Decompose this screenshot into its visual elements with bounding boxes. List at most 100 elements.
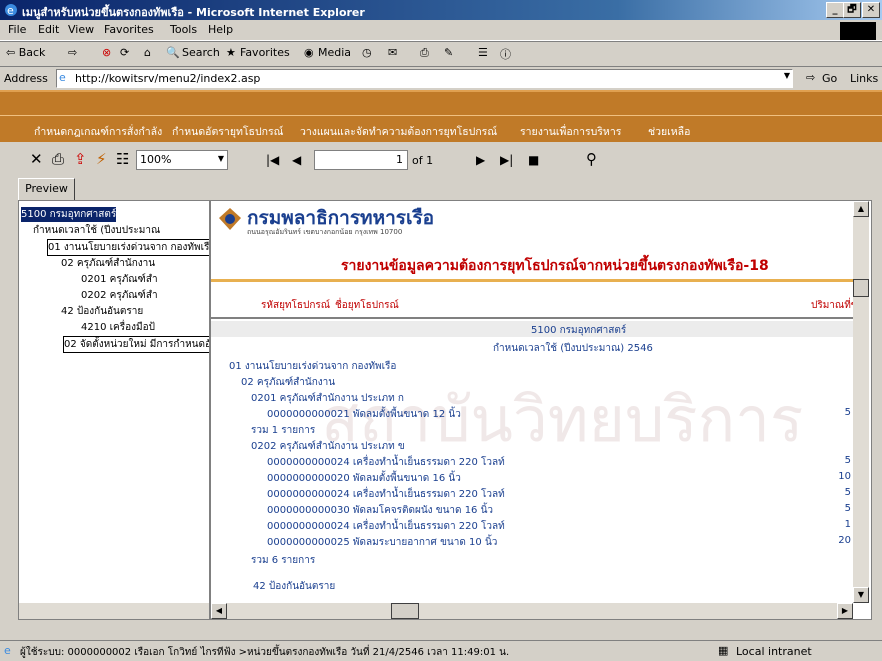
browser-toolbar: ⇦ Back ⇨ ⊗ ⟳ ⌂ 🔍 Search ★ Favorites ◉ Me…	[0, 41, 882, 67]
zoom-select[interactable]: 100% ▼	[136, 150, 228, 170]
title-bar: e เมนูสำหรับหน่วยขึ้นตรงกองทัพเรือ - Mic…	[0, 0, 882, 20]
intranet-icon: ▦	[718, 644, 729, 657]
media-icon[interactable]: ◉	[304, 46, 314, 59]
scroll-down-icon[interactable]: ▼	[853, 587, 869, 603]
print-report-icon[interactable]: ⎙	[52, 150, 64, 168]
tree-item-0201[interactable]: 0201 ครุภัณฑ์สำ	[81, 272, 158, 287]
stop-load-icon[interactable]: ■	[528, 153, 539, 167]
group-header: 01 งานนโยบายเร่งด่วนจาก กองทัพเรือ	[229, 361, 397, 372]
address-input[interactable]: e http://kowitsrv/menu2/index2.asp ▼	[56, 69, 793, 88]
forward-button[interactable]: ⇨	[68, 46, 77, 59]
list-item: 0000000000024 เครื่องทำน้ำเย็นธรรมดา 220…	[267, 489, 505, 500]
messenger-icon[interactable]: ⓘ	[500, 46, 511, 62]
export-icon[interactable]: ⇪	[74, 150, 87, 168]
close-button[interactable]: ✕	[862, 2, 880, 18]
address-bar: Address e http://kowitsrv/menu2/index2.a…	[0, 66, 882, 90]
prev-page-icon[interactable]: ◀	[292, 153, 301, 167]
search-button[interactable]: Search	[182, 46, 220, 59]
page-icon: e	[59, 71, 66, 84]
history-icon[interactable]: ◷	[362, 46, 372, 59]
tree-item-period[interactable]: กำหนดเวลาใช้ (ปีงบประมาณ	[33, 223, 160, 238]
next-page-icon[interactable]: ▶	[476, 153, 485, 167]
page-done-icon: e	[4, 644, 11, 657]
category-total: รวม 6 รายการ	[251, 555, 316, 566]
print-icon[interactable]: ⎙	[420, 46, 429, 60]
back-button[interactable]: ⇦ Back	[6, 46, 45, 59]
tab-preview[interactable]: Preview	[18, 178, 75, 201]
menu-bar: File Edit View Favorites Tools Help	[0, 20, 882, 41]
ie-icon: e	[5, 4, 17, 17]
period-header: กำหนดเวลาใช้ (ปีงบประมาณ) 2546	[493, 343, 653, 354]
nav-rates[interactable]: กำหนดอัตรายุทโธปกรณ์	[172, 123, 283, 140]
item-qty: 5	[844, 487, 851, 498]
refresh-icon[interactable]: ⟳	[120, 46, 129, 59]
list-item: 0000000000021 พัดลมตั้งพื้นขนาด 12 นิ้ว	[267, 409, 461, 420]
status-text: ผู้ใช้ระบบ: 0000000002 เรือเอก โกวิทย์ ไ…	[20, 647, 510, 658]
menu-view[interactable]: View	[68, 23, 94, 36]
windows-logo-icon	[840, 22, 876, 40]
nav-rules[interactable]: กำหนดกฎเกณฑ์การสั่งกำลัง	[34, 123, 162, 140]
vertical-scrollbar[interactable]: ▲ ▼	[853, 201, 869, 603]
go-button[interactable]: Go	[822, 72, 837, 85]
item-qty: 1	[844, 519, 851, 530]
dropdown-arrow-icon[interactable]: ▼	[784, 71, 790, 80]
scroll-left-icon[interactable]: ◀	[211, 603, 227, 619]
discuss-icon[interactable]: ☰	[478, 46, 488, 59]
page-number: 1	[396, 153, 403, 166]
page-input[interactable]: 1	[314, 150, 408, 170]
links-button[interactable]: Links	[850, 72, 878, 85]
scroll-thumb[interactable]	[853, 279, 869, 297]
list-item: 0000000000030 พัดลมโคจรติดผนัง ขนาด 16 น…	[267, 505, 494, 516]
edit-icon[interactable]: ✎	[444, 46, 453, 59]
tree-scrollbar[interactable]	[19, 603, 209, 619]
nav-planning[interactable]: วางแผนและจัดทำความต้องการยุทโธปกรณ์	[300, 123, 497, 140]
horizontal-scrollbar[interactable]: ◀ ▶	[211, 603, 853, 619]
menu-help[interactable]: Help	[208, 23, 233, 36]
nav-help[interactable]: ช่วยเหลือ	[648, 123, 690, 140]
media-button[interactable]: Media	[318, 46, 351, 59]
menu-favorites[interactable]: Favorites	[104, 23, 154, 36]
tree-item-02-new-unit[interactable]: 02 จัดตั้งหน่วยใหม่ มีการกำหนดอัตราใหม่	[63, 336, 209, 353]
group-tree: 5100 กรมอุทกศาสตร์ กำหนดเวลาใช้ (ปีงบประ…	[18, 200, 210, 620]
report-toolbar: ✕ ⎙ ⇪ ⚡ ☷ 100% ▼ |◀ ◀ 1 of 1 ▶ ▶| ■ ⚲	[0, 142, 882, 177]
tree-item-01[interactable]: 01 งานนโยบายเร่งด่วนจาก กองทัพเรือ	[47, 239, 209, 256]
close-report-icon[interactable]: ✕	[30, 150, 43, 168]
mail-icon[interactable]: ✉	[388, 46, 397, 59]
favorites-button[interactable]: Favorites	[240, 46, 290, 59]
favorites-icon[interactable]: ★	[226, 46, 236, 59]
menu-file[interactable]: File	[8, 23, 26, 36]
hscroll-thumb[interactable]	[391, 603, 419, 619]
scroll-right-icon[interactable]: ▶	[837, 603, 853, 619]
minimize-button[interactable]: _	[826, 2, 844, 18]
first-page-icon[interactable]: |◀	[266, 153, 279, 167]
stop-icon[interactable]: ⊗	[102, 46, 111, 59]
restore-button[interactable]: 🗗	[843, 2, 861, 18]
nav-reports[interactable]: รายงานเพื่อการบริหาร	[520, 123, 621, 140]
header-rule	[211, 317, 861, 319]
search-icon[interactable]: 🔍	[166, 46, 180, 59]
scroll-up-icon[interactable]: ▲	[853, 201, 869, 217]
report-view: สถาบันวิทยบริการ กรมพลาธิการทหารเรือ ถนน…	[210, 200, 872, 620]
report-title: รายงานข้อมูลความต้องการยุทโธปกรณ์จากหน่ว…	[341, 258, 769, 274]
category-header: 0201 ครุภัณฑ์สำนักงาน ประเภท ก	[251, 393, 404, 404]
find-icon[interactable]: ⚲	[586, 150, 597, 168]
tree-toggle-icon[interactable]: ☷	[116, 150, 129, 168]
go-icon[interactable]: ⇨	[806, 71, 815, 84]
page-count: of 1	[412, 154, 434, 167]
tree-item-02[interactable]: 02 ครุภัณฑ์สำนักงาน	[61, 256, 155, 271]
address-label: Address	[4, 72, 48, 85]
col-qty: ปริมาณที่ข	[811, 300, 858, 311]
address-url: http://kowitsrv/menu2/index2.asp	[75, 72, 261, 85]
tree-item-42[interactable]: 42 ป้องกันอันตราย	[61, 304, 143, 319]
org-address: ถนนอรุณอัมรินทร์ เขตบางกอกน้อย กรุงเทพ 1…	[247, 228, 403, 236]
list-item: 0000000000024 เครื่องทำน้ำเย็นธรรมดา 220…	[267, 521, 505, 532]
menu-edit[interactable]: Edit	[38, 23, 59, 36]
sub-header: 42 ป้องกันอันตราย	[253, 581, 336, 592]
tree-item-4210[interactable]: 4210 เครื่องมือป้	[81, 320, 155, 335]
tree-item-5100[interactable]: 5100 กรมอุทกศาสตร์	[21, 207, 117, 222]
tree-item-0202[interactable]: 0202 ครุภัณฑ์สำ	[81, 288, 158, 303]
refresh-report-icon[interactable]: ⚡	[96, 150, 107, 168]
home-icon[interactable]: ⌂	[144, 46, 151, 59]
last-page-icon[interactable]: ▶|	[500, 153, 513, 167]
menu-tools[interactable]: Tools	[170, 23, 197, 36]
